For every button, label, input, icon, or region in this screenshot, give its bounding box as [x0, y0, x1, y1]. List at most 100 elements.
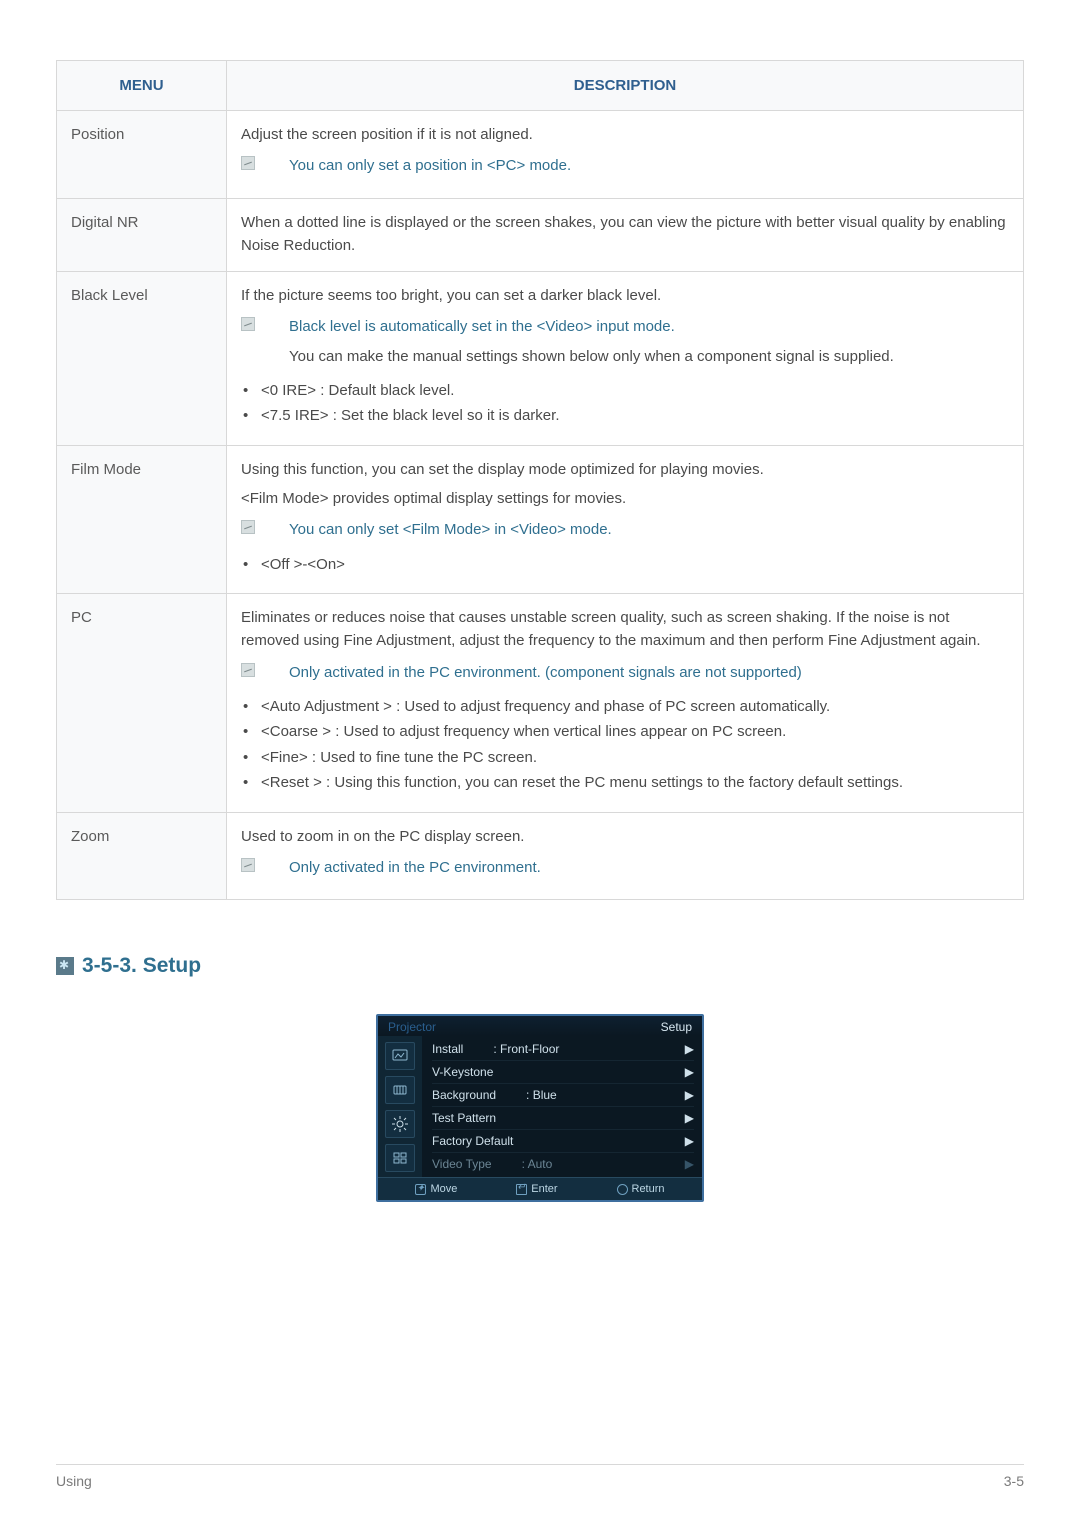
footer-right: 3-5: [1004, 1473, 1024, 1489]
note-text: Only activated in the PC environment. (c…: [289, 661, 802, 684]
osd-body: Install : Front-Floor ▶ V-Keystone ▶ Bac…: [378, 1036, 702, 1177]
body-text: If the picture seems too bright, you can…: [241, 284, 1009, 307]
note-icon: [241, 156, 255, 170]
osd-screenshot: Projector Setup Install : Front-Floor ▶: [56, 1014, 1024, 1202]
table-row: Position Adjust the screen position if i…: [57, 111, 1024, 199]
osd-window: Projector Setup Install : Front-Floor ▶: [376, 1014, 704, 1202]
osd-list: Install : Front-Floor ▶ V-Keystone ▶ Bac…: [422, 1036, 702, 1177]
osd-footer-move-label: Move: [430, 1183, 457, 1195]
body-text: Adjust the screen position if it is not …: [241, 123, 1009, 146]
osd-item-value: : Front-Floor: [463, 1042, 678, 1056]
chevron-right-icon: ▶: [679, 1134, 694, 1148]
list-item: <Fine> : Used to fine tune the PC screen…: [241, 745, 1009, 771]
osd-footer-enter: Enter: [516, 1183, 557, 1195]
note-row: Only activated in the PC environment. (c…: [241, 661, 1009, 684]
osd-row-vkeystone: V-Keystone ▶: [432, 1061, 694, 1084]
osd-footer: Move Enter Return: [378, 1177, 702, 1200]
menu-cell-black-level: Black Level: [57, 272, 227, 446]
desc-cell-black-level: If the picture seems too bright, you can…: [227, 272, 1024, 446]
osd-item-value: : Auto: [492, 1157, 679, 1171]
osd-item-label: Factory Default: [432, 1134, 513, 1148]
note-row: Black level is automatically set in the …: [241, 315, 1009, 338]
table-row: Film Mode Using this function, you can s…: [57, 445, 1024, 593]
table-row: Black Level If the picture seems too bri…: [57, 272, 1024, 446]
table-row: Zoom Used to zoom in on the PC display s…: [57, 812, 1024, 900]
note-text: Black level is automatically set in the …: [289, 315, 675, 338]
osd-row-videotype: Video Type : Auto ▶: [432, 1153, 694, 1175]
note-row: You can only set a position in <PC> mode…: [241, 154, 1009, 177]
page-footer: Using 3-5: [56, 1464, 1024, 1489]
osd-row-background: Background : Blue ▶: [432, 1084, 694, 1107]
body-text: Eliminates or reduces noise that causes …: [241, 606, 1009, 653]
note-icon: [241, 858, 255, 872]
menu-description-table: MENU DESCRIPTION Position Adjust the scr…: [56, 60, 1024, 900]
chevron-right-icon: ▶: [679, 1088, 694, 1102]
osd-footer-enter-label: Enter: [531, 1183, 557, 1195]
col-header-menu: MENU: [57, 61, 227, 111]
osd-footer-return-label: Return: [632, 1183, 665, 1195]
desc-cell-digital-nr: When a dotted line is displayed or the s…: [227, 198, 1024, 272]
list-item: <Coarse > : Used to adjust frequency whe…: [241, 719, 1009, 745]
bullet-list: <Off >-<On>: [241, 552, 1009, 578]
note-row: Only activated in the PC environment.: [241, 856, 1009, 879]
osd-item-label: Test Pattern: [432, 1111, 496, 1125]
return-icon: [617, 1184, 628, 1195]
list-item: <Auto Adjustment > : Used to adjust freq…: [241, 694, 1009, 720]
section-bullet-icon: [56, 957, 74, 975]
body-text: When a dotted line is displayed or the s…: [241, 211, 1009, 258]
input-icon: [385, 1076, 415, 1104]
setup-gear-icon: [385, 1110, 415, 1138]
table-row: Digital NR When a dotted line is display…: [57, 198, 1024, 272]
footer-left: Using: [56, 1473, 92, 1489]
osd-footer-return: Return: [617, 1183, 665, 1195]
note-text: You can only set <Film Mode> in <Video> …: [289, 518, 612, 541]
note-sub-text: You can make the manual settings shown b…: [289, 345, 1009, 368]
list-item: <Off >-<On>: [241, 552, 1009, 578]
desc-cell-zoom: Used to zoom in on the PC display screen…: [227, 812, 1024, 900]
osd-title-right: Setup: [661, 1020, 692, 1034]
note-text: You can only set a position in <PC> mode…: [289, 154, 571, 177]
chevron-right-icon: ▶: [679, 1042, 694, 1056]
note-icon: [241, 520, 255, 534]
body-text: <Film Mode> provides optimal display set…: [241, 487, 1009, 510]
menu-cell-position: Position: [57, 111, 227, 199]
note-text: Only activated in the PC environment.: [289, 856, 541, 879]
osd-item-value: : Blue: [496, 1088, 679, 1102]
chevron-right-icon: ▶: [679, 1111, 694, 1125]
chevron-right-icon: ▶: [679, 1065, 694, 1079]
note-row: You can only set <Film Mode> in <Video> …: [241, 518, 1009, 541]
table-row: PC Eliminates or reduces noise that caus…: [57, 594, 1024, 813]
menu-cell-zoom: Zoom: [57, 812, 227, 900]
picture-icon: [385, 1042, 415, 1070]
desc-cell-pc: Eliminates or reduces noise that causes …: [227, 594, 1024, 813]
osd-item-label: V-Keystone: [432, 1065, 493, 1079]
menu-cell-pc: PC: [57, 594, 227, 813]
osd-title-left: Projector: [388, 1020, 436, 1034]
section-heading-text: 3-5-3. Setup: [82, 954, 201, 978]
option-icon: [385, 1144, 415, 1172]
note-icon: [241, 663, 255, 677]
list-item: <Reset > : Using this function, you can …: [241, 770, 1009, 796]
osd-item-label: Install: [432, 1042, 463, 1056]
desc-cell-position: Adjust the screen position if it is not …: [227, 111, 1024, 199]
chevron-right-icon: ▶: [679, 1157, 694, 1171]
col-header-description: DESCRIPTION: [227, 61, 1024, 111]
osd-item-label: Video Type: [432, 1157, 492, 1171]
body-text: Using this function, you can set the dis…: [241, 458, 1009, 481]
bullet-list: <0 IRE> : Default black level. <7.5 IRE>…: [241, 378, 1009, 429]
osd-item-label: Background: [432, 1088, 496, 1102]
body-text: Used to zoom in on the PC display screen…: [241, 825, 1009, 848]
note-icon: [241, 317, 255, 331]
desc-cell-film-mode: Using this function, you can set the dis…: [227, 445, 1024, 593]
menu-cell-film-mode: Film Mode: [57, 445, 227, 593]
bullet-list: <Auto Adjustment > : Used to adjust freq…: [241, 694, 1009, 796]
osd-row-factorydefault: Factory Default ▶: [432, 1130, 694, 1153]
osd-footer-move: Move: [415, 1183, 457, 1195]
list-item: <7.5 IRE> : Set the black level so it is…: [241, 403, 1009, 429]
list-item: <0 IRE> : Default black level.: [241, 378, 1009, 404]
osd-sidebar: [378, 1036, 422, 1177]
osd-row-install: Install : Front-Floor ▶: [432, 1038, 694, 1061]
osd-titlebar: Projector Setup: [378, 1016, 702, 1036]
move-icon: [415, 1184, 426, 1195]
section-heading: 3-5-3. Setup: [56, 954, 1024, 978]
